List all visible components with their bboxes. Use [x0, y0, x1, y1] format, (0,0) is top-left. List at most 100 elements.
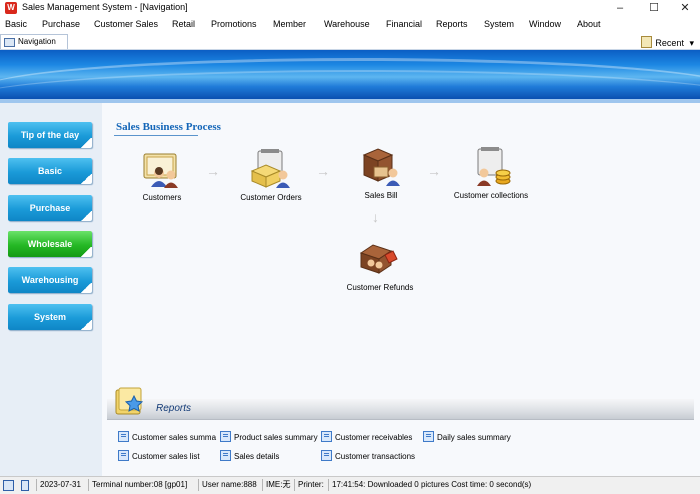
menu-reports[interactable]: Reports	[436, 19, 468, 29]
report-link-label: Customer transactions	[335, 452, 416, 461]
menu-member[interactable]: Member	[273, 19, 306, 29]
process-label: Customers	[142, 193, 182, 202]
panel-icon	[21, 480, 29, 491]
section-title: Sales Business Process	[116, 121, 221, 133]
page-curl-icon	[80, 174, 92, 184]
sidebar-item-system[interactable]: System	[8, 304, 92, 330]
sidebar: Tip of the day Basic Purchase Wholesale …	[0, 103, 102, 476]
close-button[interactable]: ✕	[667, 0, 700, 17]
sidebar-item-label: Warehousing	[21, 275, 79, 285]
report-icon	[118, 450, 129, 461]
recent-button[interactable]: Recent ▾	[641, 36, 694, 49]
menu-window[interactable]: Window	[529, 19, 561, 29]
recent-label: Recent	[655, 38, 684, 48]
report-link-label: Product sales summary	[234, 433, 318, 442]
report-link-label: Customer sales list	[132, 452, 200, 461]
sidebar-item-basic[interactable]: Basic	[8, 158, 92, 184]
status-ime: IME:无	[262, 479, 290, 491]
process-label: Sales Bill	[364, 191, 398, 200]
customer-orders-icon	[250, 149, 292, 189]
status-message: 17:41:54: Downloaded 0 pictures Cost tim…	[328, 479, 531, 491]
page-curl-icon	[80, 138, 92, 148]
process-customer-refunds[interactable]: Customer Refunds	[343, 239, 417, 292]
main-content: Sales Business Process Customers → Custo…	[102, 103, 700, 476]
customer-refunds-icon	[359, 239, 401, 279]
menu-bar: Basic Purchase Customer Sales Retail Pro…	[0, 17, 700, 33]
process-label: Customer Orders	[240, 193, 302, 202]
sidebar-item-tip-of-the-day[interactable]: Tip of the day	[8, 122, 92, 148]
document-icon	[641, 36, 653, 48]
tab-row: Navigation Recent ▾	[0, 33, 700, 50]
report-link-label: Sales details	[234, 452, 280, 461]
window-title: Sales Management System - [Navigation]	[22, 2, 188, 12]
status-terminal: Terminal number:08 [gp01]	[88, 479, 187, 491]
minimize-button[interactable]: –	[602, 0, 638, 17]
monitor-icon	[3, 480, 14, 491]
report-link-daily-sales-summary[interactable]: Daily sales summary	[423, 431, 511, 442]
process-customer-orders[interactable]: Customer Orders	[233, 149, 309, 202]
title-bar: W Sales Management System - [Navigation]…	[0, 0, 700, 17]
menu-retail[interactable]: Retail	[172, 19, 195, 29]
menu-basic[interactable]: Basic	[5, 19, 27, 29]
process-customers[interactable]: Customers	[136, 149, 188, 202]
report-link-product-sales-summary[interactable]: Product sales summary	[220, 431, 318, 442]
status-printer: Printer:	[294, 479, 324, 491]
report-link-customer-sales-list[interactable]: Customer sales list	[118, 450, 200, 461]
app-logo-icon: W	[5, 2, 17, 14]
report-icon	[321, 450, 332, 461]
process-label: Customer Refunds	[346, 283, 414, 292]
customer-collections-icon	[470, 147, 512, 187]
menu-warehouse[interactable]: Warehouse	[324, 19, 370, 29]
section-underline	[114, 135, 198, 136]
sales-bill-icon	[360, 147, 402, 187]
menu-financial[interactable]: Financial	[386, 19, 422, 29]
process-label: Customer collections	[453, 191, 529, 200]
report-link-customer-sales-summary[interactable]: Customer sales summa	[118, 431, 216, 442]
chevron-down-icon: ▾	[689, 38, 694, 48]
reports-title: Reports	[156, 403, 192, 414]
sidebar-item-label: Wholesale	[27, 239, 73, 249]
sidebar-item-wholesale[interactable]: Wholesale	[8, 231, 92, 257]
report-icon	[220, 431, 231, 442]
report-link-sales-details[interactable]: Sales details	[220, 450, 279, 461]
process-customer-collections[interactable]: Customer collections	[448, 147, 534, 200]
report-link-customer-receivables[interactable]: Customer receivables	[321, 431, 412, 442]
sidebar-item-purchase[interactable]: Purchase	[8, 195, 92, 221]
report-link-label: Daily sales summary	[437, 433, 511, 442]
arrow-right-icon: →	[427, 163, 441, 179]
menu-promotions[interactable]: Promotions	[211, 19, 257, 29]
sidebar-item-label: Basic	[37, 166, 63, 176]
menu-purchase[interactable]: Purchase	[42, 19, 80, 29]
report-icon	[423, 431, 434, 442]
menu-about[interactable]: About	[577, 19, 601, 29]
arrow-right-icon: →	[206, 163, 220, 179]
page-curl-icon	[80, 320, 92, 330]
report-icon	[220, 450, 231, 461]
monitor-icon	[4, 38, 15, 47]
report-icon	[118, 431, 129, 442]
reports-header	[107, 399, 694, 420]
report-icon	[321, 431, 332, 442]
reports-star-icon	[114, 386, 146, 416]
sidebar-item-label: Purchase	[29, 203, 71, 213]
status-bar: 2023-07-31 Terminal number:08 [gp01] Use…	[0, 476, 700, 494]
report-link-label: Customer receivables	[335, 433, 413, 442]
status-date: 2023-07-31	[36, 479, 81, 491]
report-link-label: Customer sales summa	[132, 433, 217, 442]
tab-navigation[interactable]: Navigation	[0, 34, 68, 49]
status-user: User name:888	[198, 479, 257, 491]
process-sales-bill[interactable]: Sales Bill	[357, 147, 405, 200]
arrow-down-icon: ↓	[372, 209, 379, 225]
sidebar-item-label: Tip of the day	[20, 130, 80, 140]
customers-icon	[141, 149, 183, 189]
sidebar-item-warehousing[interactable]: Warehousing	[8, 267, 92, 293]
menu-system[interactable]: System	[484, 19, 514, 29]
tab-navigation-label: Navigation	[18, 37, 56, 46]
page-curl-icon	[80, 283, 92, 293]
page-curl-icon	[80, 247, 92, 257]
report-link-customer-transactions[interactable]: Customer transactions	[321, 450, 415, 461]
page-curl-icon	[80, 211, 92, 221]
arrow-right-icon: →	[316, 163, 330, 179]
header-banner	[0, 50, 700, 99]
menu-customer-sales[interactable]: Customer Sales	[94, 19, 158, 29]
